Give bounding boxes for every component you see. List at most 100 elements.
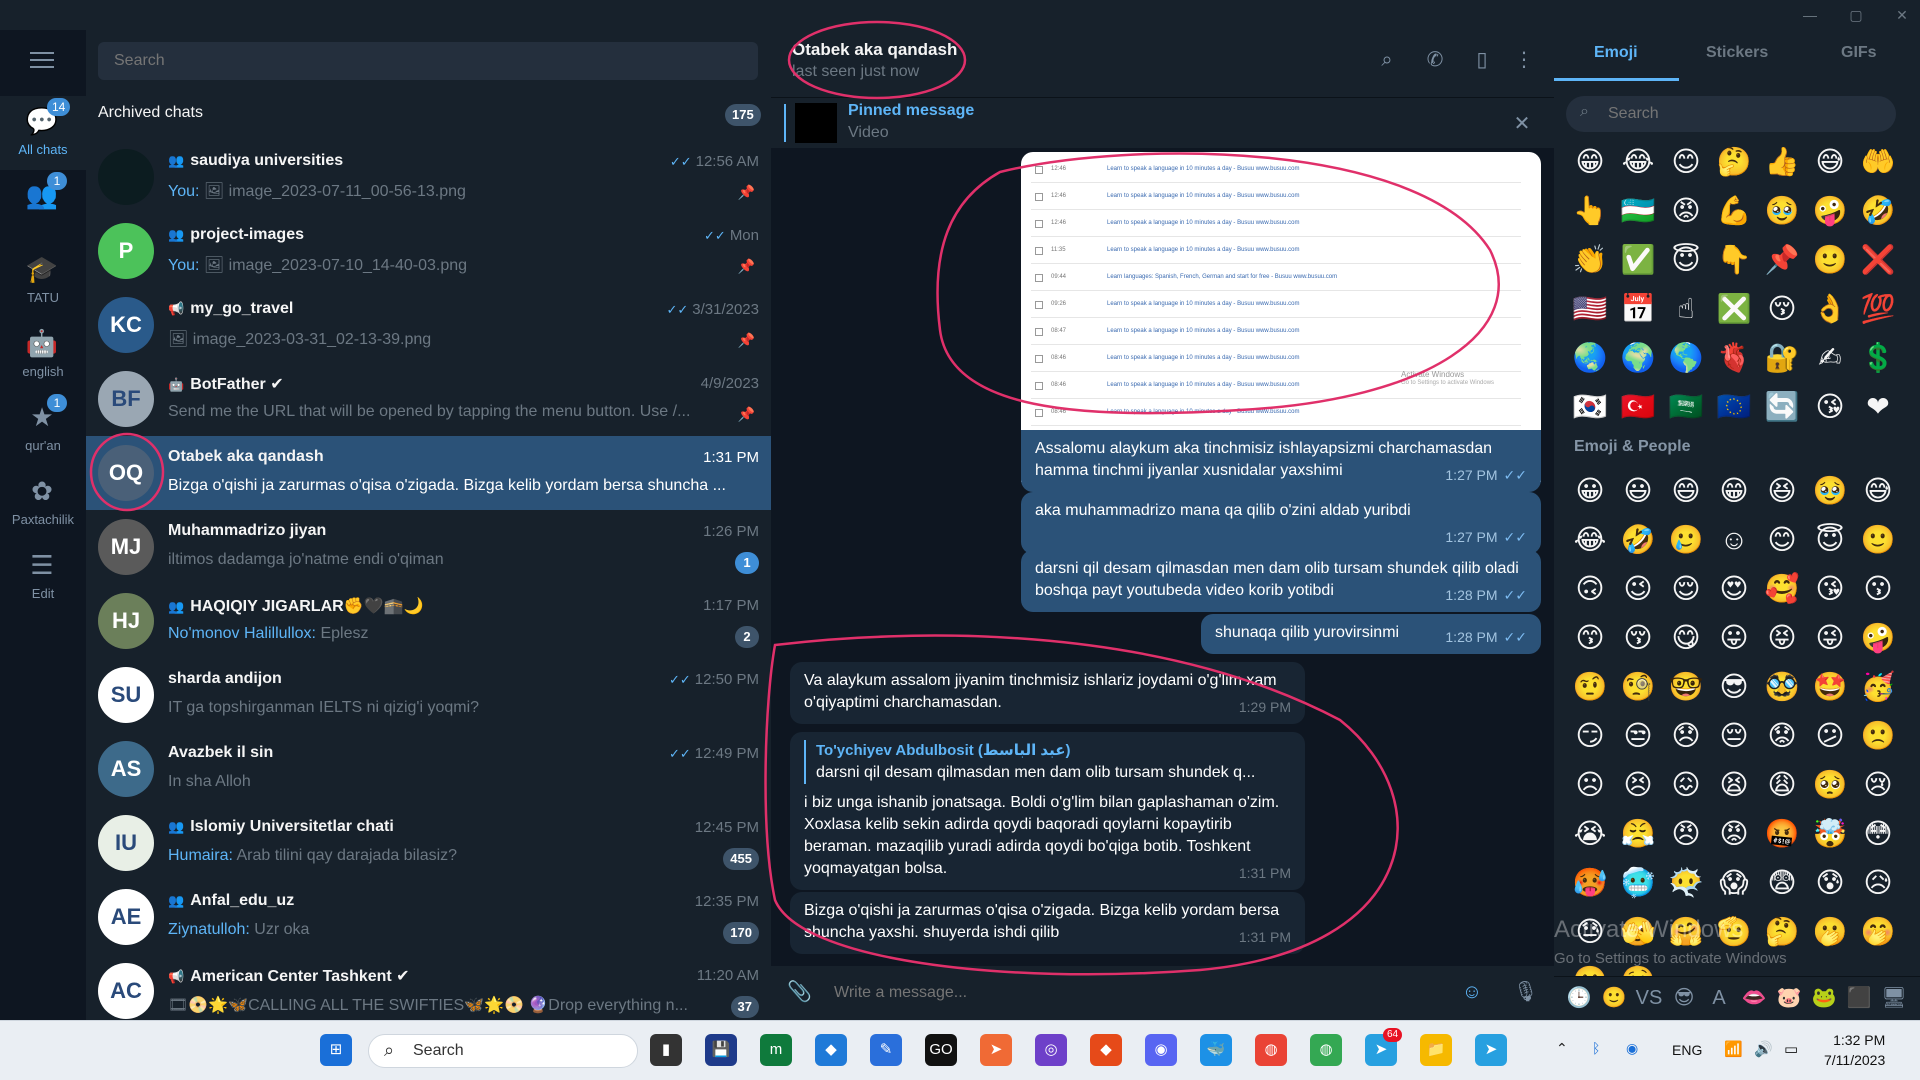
emoji-item[interactable]: 😔	[1710, 719, 1758, 753]
emoji-item[interactable]: 🧐	[1614, 670, 1662, 704]
emoji-item[interactable]: ☝	[1662, 292, 1710, 326]
chat-row[interactable]: OQ Otabek aka qandash 1:31 PM Bizga o'qishi…	[86, 436, 771, 510]
contact-name[interactable]: Otabek aka qandash	[792, 40, 957, 60]
emoji-item[interactable]: 😅	[1806, 145, 1854, 179]
emoji-item[interactable]: 😀	[1566, 474, 1614, 508]
search-icon[interactable]: ⌕	[1375, 48, 1399, 72]
emoji-item[interactable]: 😥	[1854, 866, 1902, 900]
paint-app-icon[interactable]: ✎	[870, 1034, 902, 1066]
emoji-item[interactable]: 🇪🇺	[1710, 390, 1758, 424]
discord-icon[interactable]: ◉	[1145, 1034, 1177, 1066]
telegram-alt-icon[interactable]: ➤	[1475, 1034, 1507, 1066]
close-button[interactable]: ✕	[1882, 4, 1920, 26]
volume-icon[interactable]: 🔊	[1754, 1040, 1773, 1058]
sidebar-toggle-icon[interactable]: ▯	[1470, 48, 1494, 72]
menu-icon[interactable]	[30, 52, 54, 68]
emoji-item[interactable]: 😙	[1566, 621, 1614, 655]
emoji-item[interactable]: 👏	[1566, 243, 1614, 277]
emoji-item[interactable]: 😒	[1614, 719, 1662, 753]
emoji-item[interactable]: 👍	[1758, 145, 1806, 179]
outgoing-message[interactable]: shunaqa qilib yurovirsinmi 1:28 PM ✓✓	[1201, 614, 1541, 654]
emoji-item[interactable]: 😰	[1806, 866, 1854, 900]
emoji-item[interactable]: 🤣	[1614, 523, 1662, 557]
emoji-item[interactable]: 🇸🇦	[1662, 390, 1710, 424]
chat-row[interactable]: IU 👥 Islomiy Universitetlar chati 12:45 PM H…	[86, 806, 771, 880]
emoji-category-icon[interactable]: A	[1704, 984, 1734, 1012]
emoji-item[interactable]: 😍	[1710, 572, 1758, 606]
emoji-item[interactable]: 😉	[1614, 572, 1662, 606]
emoji-item[interactable]: 🤬	[1758, 817, 1806, 851]
emoji-item[interactable]: 🤓	[1662, 670, 1710, 704]
emoji-item[interactable]: 🥳	[1854, 670, 1902, 704]
bluetooth-icon[interactable]: ᛒ	[1592, 1040, 1600, 1056]
phone-icon[interactable]: ✆	[1423, 48, 1447, 72]
emoji-item[interactable]: 🤨	[1566, 670, 1614, 704]
search-input[interactable]	[98, 42, 758, 80]
emoji-item[interactable]: 😊	[1662, 145, 1710, 179]
emoji-category-icon[interactable]: 😎	[1669, 984, 1699, 1012]
battery-icon[interactable]: ▭	[1784, 1040, 1798, 1058]
emoji-item[interactable]: 😛	[1710, 621, 1758, 655]
emoji-item[interactable]: 😣	[1614, 768, 1662, 802]
goland-icon[interactable]: GO	[925, 1034, 957, 1066]
emoji-item[interactable]: 👌	[1806, 292, 1854, 326]
emoji-item[interactable]: 😁	[1710, 474, 1758, 508]
maximize-button[interactable]: ▢	[1836, 4, 1876, 26]
emoji-item[interactable]: 🤯	[1806, 817, 1854, 851]
emoji-item[interactable]: ☺	[1710, 523, 1758, 557]
emoji-item[interactable]: 😟	[1758, 719, 1806, 753]
chat-row[interactable]: KC 📢 my_go_travel ✓✓ 3/31/2023 🖼 image_2023-0…	[86, 288, 771, 362]
emoji-item[interactable]: 🥲	[1662, 523, 1710, 557]
emoji-item[interactable]: ❎	[1710, 292, 1758, 326]
emoji-item[interactable]: 😂	[1566, 523, 1614, 557]
incoming-message[interactable]: Bizga o'qishi ja zarurmas o'qisa o'zigad…	[790, 892, 1305, 954]
emoji-item[interactable]: 😚	[1614, 621, 1662, 655]
chrome-icon[interactable]: ◍	[1255, 1034, 1287, 1066]
emoji-item[interactable]: 😘	[1806, 572, 1854, 606]
taskbar-clock[interactable]: 1:32 PM 7/11/2023	[1824, 1030, 1885, 1070]
emoji-item[interactable]: 😡	[1662, 194, 1710, 228]
emoji-item[interactable]: 🤪	[1806, 194, 1854, 228]
emoji-category-icon[interactable]: 🙂	[1599, 984, 1629, 1012]
wifi-icon[interactable]: 📶	[1724, 1040, 1743, 1058]
outgoing-message[interactable]: darsni qil desam qilmasdan men dam olib …	[1021, 550, 1541, 612]
emoji-item[interactable]: 🫢	[1806, 915, 1854, 949]
emoji-item[interactable]: ✅	[1614, 243, 1662, 277]
excel-like-icon[interactable]: m	[760, 1034, 792, 1066]
minimize-button[interactable]: —	[1790, 4, 1830, 26]
emoji-category-icon[interactable]: 👄	[1739, 984, 1769, 1012]
emoji-item[interactable]: 👆	[1566, 194, 1614, 228]
chat-row[interactable]: AC 📢 American Center Tashkent ✔ 11:20 AM 🎞📀🌟…	[86, 954, 771, 1028]
emoji-item[interactable]: 🤔	[1758, 915, 1806, 949]
emoji-item[interactable]: 😢	[1854, 768, 1902, 802]
message-input[interactable]	[834, 982, 1334, 1004]
emoji-item[interactable]: 🤭	[1854, 915, 1902, 949]
emoji-item[interactable]: 😜	[1806, 621, 1854, 655]
emoji-category-icon[interactable]: ⬛	[1844, 984, 1874, 1012]
emoji-category-icon[interactable]: VS	[1634, 984, 1664, 1012]
folder-english[interactable]: 🤖 english	[0, 318, 86, 392]
chrome-alt-icon[interactable]: ◍	[1310, 1034, 1342, 1066]
emoji-item[interactable]: 💯	[1854, 292, 1902, 326]
emoji-item[interactable]: 🥰	[1758, 572, 1806, 606]
chevron-up-icon[interactable]: ⌃	[1556, 1040, 1568, 1057]
emoji-item[interactable]: 😂	[1614, 145, 1662, 179]
github-desktop-icon[interactable]: ◎	[1035, 1034, 1067, 1066]
emoji-item[interactable]: 😝	[1758, 621, 1806, 655]
emoji-category-icon[interactable]: 🐸	[1809, 984, 1839, 1012]
emoji-item[interactable]: 👇	[1710, 243, 1758, 277]
emoji-item[interactable]: 🥸	[1758, 670, 1806, 704]
emoji-item[interactable]: 🥹	[1758, 194, 1806, 228]
chat-row[interactable]: 👥 saudiya universities ✓✓ 12:56 AM You: 🖼 im…	[86, 140, 771, 214]
emoji-item[interactable]: 😅	[1854, 474, 1902, 508]
emoji-item[interactable]: 📌	[1758, 243, 1806, 277]
emoji-item[interactable]: 🙁	[1854, 719, 1902, 753]
unpin-icon[interactable]: ✕	[1510, 112, 1534, 136]
incoming-message[interactable]: To'ychiyev Abdulbosit (عبد الباسط) darsn…	[790, 732, 1305, 890]
emoji-category-icon[interactable]: 🖥	[1879, 984, 1909, 1012]
folder-edit[interactable]: ☰ Edit	[0, 540, 86, 614]
emoji-item[interactable]: 😁	[1566, 145, 1614, 179]
emoji-item[interactable]: 😘	[1806, 390, 1854, 424]
docker-icon[interactable]: 🐳	[1200, 1034, 1232, 1066]
folder-paxtachilik[interactable]: ✿ Paxtachilik	[0, 466, 86, 540]
